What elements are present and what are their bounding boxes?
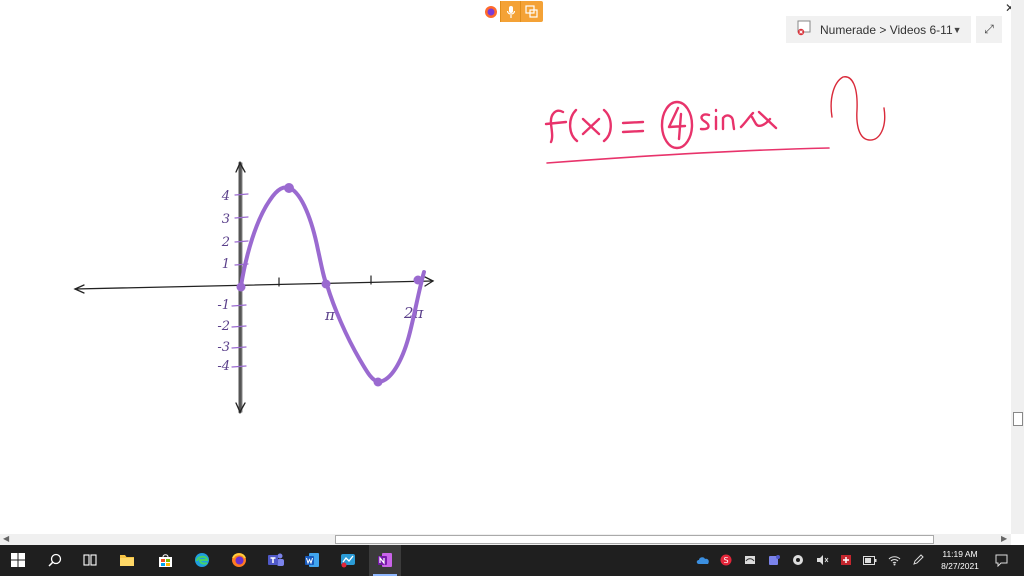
firefox-icon[interactable] [481, 1, 501, 22]
breadcrumb-text: Numerade > Videos 6-11 [820, 22, 953, 37]
y-tick-labels: 4 3 2 1 -1 -2 -3 -4 [217, 189, 230, 374]
teams-tray-icon[interactable] [767, 553, 781, 567]
y-tick-3: 3 [222, 212, 230, 227]
vertical-scrollbar[interactable] [1011, 0, 1024, 534]
taskbar-clock[interactable]: 11:19 AM 8/27/2021 [936, 548, 984, 572]
floating-toolbar [481, 1, 543, 22]
battery-icon[interactable] [863, 553, 877, 567]
skype-icon[interactable]: S [719, 553, 733, 567]
y-tick-4: 4 [221, 189, 230, 204]
y-tick-2: 2 [221, 235, 230, 250]
scroll-right-icon[interactable]: ▶ [1001, 534, 1007, 543]
microphone-icon[interactable] [501, 1, 521, 22]
taskbar: S 11:19 AM 8/27/2021 [0, 545, 1024, 576]
clock-time: 11:19 AM [942, 549, 978, 559]
clock-date: 8/27/2021 [941, 561, 979, 571]
vertical-scroll-thumb[interactable] [1013, 412, 1023, 426]
task-view-icon[interactable] [80, 550, 100, 570]
store-icon[interactable] [155, 550, 175, 570]
firefox-taskbar-icon[interactable] [229, 550, 249, 570]
onedrive-icon[interactable] [696, 553, 710, 567]
windows-start-icon[interactable] [8, 550, 28, 570]
wifi-icon[interactable] [887, 553, 901, 567]
y-tick-neg2: -2 [217, 319, 230, 334]
equation-ink [544, 100, 778, 150]
y-tick-neg4: -4 [217, 359, 230, 374]
horizontal-scrollbar[interactable]: ◀ ▶ [0, 534, 1011, 545]
y-tick-1: 1 [222, 257, 230, 272]
notification-icon[interactable] [994, 553, 1008, 567]
chevron-down-icon[interactable]: ▼ [953, 25, 962, 35]
volume-muted-icon[interactable] [815, 553, 829, 567]
screen-recorder-icon[interactable] [338, 550, 358, 570]
teams-icon[interactable] [266, 550, 286, 570]
pen-icon[interactable] [911, 553, 925, 567]
word-icon[interactable] [302, 550, 322, 570]
notebook-breadcrumb[interactable]: Numerade > Videos 6-11 ▼ [786, 16, 971, 43]
security-icon[interactable] [839, 553, 853, 567]
notebook-icon [796, 20, 812, 39]
svg-text:S: S [723, 556, 728, 565]
file-explorer-icon[interactable] [117, 550, 137, 570]
location-icon[interactable] [791, 553, 805, 567]
expand-icon[interactable]: ⤢ [976, 16, 1002, 43]
onenote-canvas[interactable]: 4 3 2 1 -1 -2 -3 -4 π 2π [0, 0, 1011, 534]
onenote-icon[interactable] [375, 550, 395, 570]
horizontal-scroll-thumb[interactable] [335, 535, 934, 544]
nvidia-icon[interactable] [743, 553, 757, 567]
scroll-left-icon[interactable]: ◀ [3, 534, 9, 543]
window-icon[interactable] [521, 1, 541, 22]
y-tick-neg1: -1 [217, 298, 230, 313]
edge-icon[interactable] [192, 550, 212, 570]
ink-layer: 4 3 2 1 -1 -2 -3 -4 π 2π [73, 76, 886, 414]
y-tick-neg3: -3 [217, 340, 230, 355]
graph-axes [73, 161, 435, 414]
search-icon[interactable] [45, 550, 65, 570]
